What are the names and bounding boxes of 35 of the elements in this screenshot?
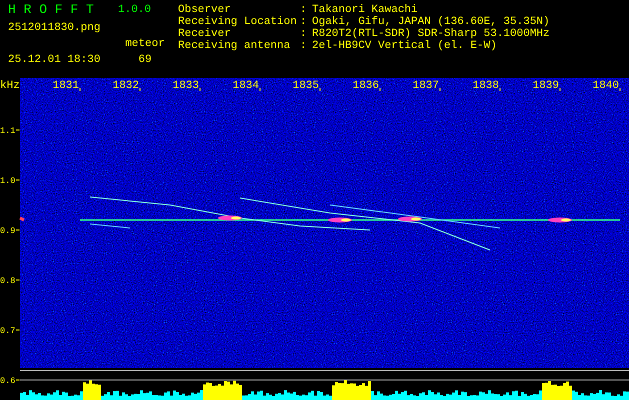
info-value: Ogaki, Gifu, JAPAN (136.60E, 35.35N) xyxy=(312,16,550,28)
separator: : xyxy=(300,4,308,16)
frequency-tick-label: 0.9 xyxy=(0,226,16,236)
time-tick-label: 1833 xyxy=(172,80,199,92)
date-time: 25.12.01 18:30 xyxy=(8,54,102,66)
time-tick-label: 1834 xyxy=(232,80,259,92)
time-tick-label: 1840 xyxy=(592,80,619,92)
info-value: R820T2(RTL-SDR) SDR-Sharp 53.1000MHz xyxy=(312,28,550,40)
count-label: meteor xyxy=(124,38,166,50)
frequency-tick-label: 1.1 xyxy=(0,126,16,136)
time-tick-label: 1837 xyxy=(412,80,439,92)
separator: : xyxy=(300,40,308,52)
separator: : xyxy=(300,28,308,40)
app-title: H R O F F T xyxy=(8,2,95,18)
time-tick-label: 1835 xyxy=(292,80,319,92)
version-label: 1.0.0 xyxy=(118,3,152,18)
info-label: Receiving antenna xyxy=(178,40,292,52)
axis-unit: kHz xyxy=(0,80,20,92)
frequency-tick-label: 0.8 xyxy=(0,276,16,286)
time-tick-label: 1832 xyxy=(112,80,139,92)
frequency-tick-label: 1.0 xyxy=(0,176,16,186)
file-name: 2512011830.png xyxy=(8,22,102,34)
frequency-tick-label: 0.6 xyxy=(0,376,16,386)
time-tick-label: 1831 xyxy=(52,80,79,92)
info-value: 2el-HB9CV Vertical (el. E-W) xyxy=(312,40,498,52)
info-label: Receiving Location xyxy=(178,16,298,28)
info-label: Observer xyxy=(178,4,232,16)
info-value: Takanori Kawachi xyxy=(312,4,419,16)
time-tick-label: 1839 xyxy=(532,80,559,92)
time-tick-label: 1836 xyxy=(352,80,379,92)
info-label: Receiver xyxy=(178,28,232,40)
time-tick-label: 1838 xyxy=(472,80,499,92)
separator: : xyxy=(300,16,308,28)
frequency-tick-label: 0.7 xyxy=(0,326,16,336)
meteor-count: 69 xyxy=(137,54,153,66)
